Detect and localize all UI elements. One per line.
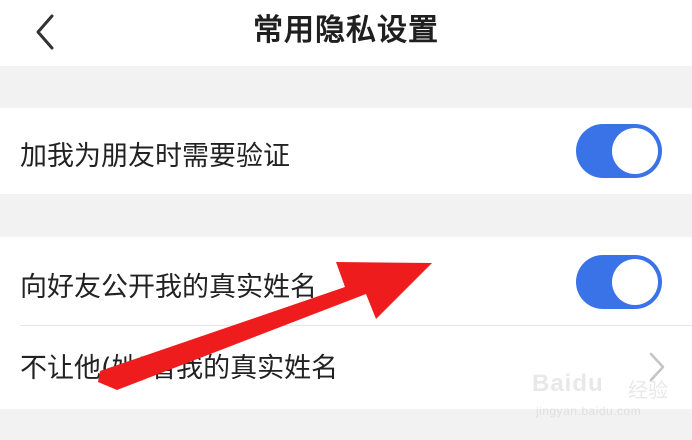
friend-verification-toggle[interactable] — [576, 124, 662, 178]
baidu-watermark: Baidu 经验 jingyan.baidu.com — [532, 368, 682, 428]
watermark-url: jingyan.baidu.com — [536, 404, 642, 418]
toggle-knob — [612, 259, 658, 305]
public-real-name-toggle[interactable] — [576, 255, 662, 309]
page-title: 常用隐私设置 — [253, 13, 439, 48]
setting-label-hide-real-name: 不让他(她)看我的真实姓名 — [20, 353, 339, 384]
navigation-bar: 常用隐私设置 — [0, 0, 692, 66]
setting-label-friend-verification: 加我为朋友时需要验证 — [20, 141, 290, 172]
watermark-brand: Baidu — [532, 370, 604, 397]
setting-row-friend-verification: 加我为朋友时需要验证 — [0, 108, 692, 194]
toggle-knob — [612, 128, 658, 174]
setting-label-public-real-name: 向好友公开我的真实姓名 — [20, 272, 317, 303]
watermark-sub: 经验 — [628, 378, 668, 402]
